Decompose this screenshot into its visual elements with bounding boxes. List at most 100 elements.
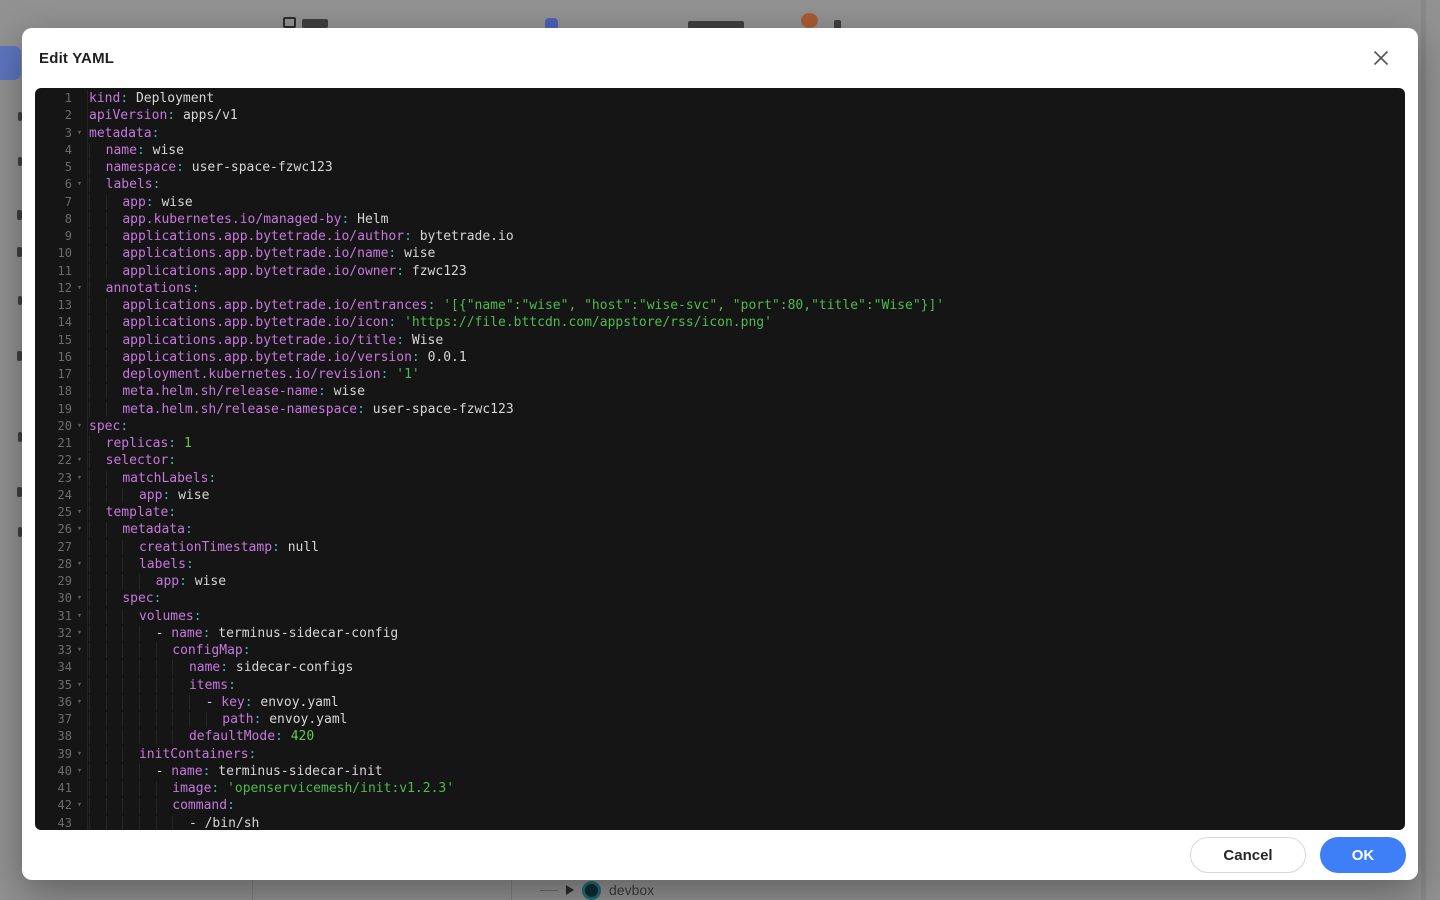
code-text: creationTimestamp: null xyxy=(89,539,319,556)
code-text: applications.app.bytetrade.io/author: by… xyxy=(89,228,514,245)
fold-arrow-icon[interactable]: ▾ xyxy=(72,590,87,607)
code-text: app: wise xyxy=(89,573,226,590)
code-line: 38 defaultMode: 420 xyxy=(35,728,1405,745)
code-text: path: envoy.yaml xyxy=(89,711,348,728)
line-number: 10 xyxy=(35,245,72,262)
fold-arrow-icon[interactable]: ▾ xyxy=(72,521,87,538)
code-line: 42▾ command: xyxy=(35,797,1405,814)
indent-guide xyxy=(89,281,106,296)
fold-gutter xyxy=(72,711,87,728)
indent-guide xyxy=(139,816,156,831)
code-text: replicas: 1 xyxy=(89,435,192,452)
indent-guide xyxy=(106,195,123,210)
yaml-editor[interactable]: 1kind: Deployment2apiVersion: apps/v13▾m… xyxy=(35,88,1405,830)
indent-guide xyxy=(122,764,139,779)
fold-arrow-icon[interactable]: ▾ xyxy=(72,125,87,142)
indent-guide xyxy=(156,643,173,658)
fold-arrow-icon[interactable]: ▾ xyxy=(72,625,87,642)
code-text: selector: xyxy=(89,452,176,469)
fold-gutter xyxy=(72,659,87,676)
code-line: 40▾ - name: terminus-sidecar-init xyxy=(35,763,1405,780)
indent-guide xyxy=(156,816,173,831)
fold-arrow-icon[interactable]: ▾ xyxy=(72,797,87,814)
fold-gutter xyxy=(72,573,87,590)
ok-button[interactable]: OK xyxy=(1320,837,1406,873)
indent-guide xyxy=(122,816,139,831)
expand-arrow-icon xyxy=(566,885,574,895)
code-line: 34 name: sidecar-configs xyxy=(35,659,1405,676)
fold-gutter xyxy=(72,297,87,314)
fold-arrow-icon[interactable]: ▾ xyxy=(72,746,87,763)
line-number: 17 xyxy=(35,366,72,383)
line-number: 37 xyxy=(35,711,72,728)
code-text: app.kubernetes.io/managed-by: Helm xyxy=(89,211,388,228)
code-text: - key: envoy.yaml xyxy=(89,694,339,711)
close-button[interactable] xyxy=(1368,45,1394,71)
indent-guide xyxy=(106,212,123,227)
indent-guide xyxy=(89,712,106,727)
code-text: applications.app.bytetrade.io/icon: 'htt… xyxy=(89,314,772,331)
indent-guide xyxy=(122,798,139,813)
code-line: 20▾spec: xyxy=(35,418,1405,435)
fold-arrow-icon[interactable]: ▾ xyxy=(72,608,87,625)
indent-guide xyxy=(206,712,223,727)
line-number: 33 xyxy=(35,642,72,659)
indent-guide xyxy=(89,798,106,813)
fold-arrow-icon[interactable]: ▾ xyxy=(72,642,87,659)
fold-gutter xyxy=(72,159,87,176)
indent-guide xyxy=(106,367,123,382)
indent-guide xyxy=(139,781,156,796)
cancel-button[interactable]: Cancel xyxy=(1190,837,1306,873)
code-text: metadata: xyxy=(89,521,193,538)
code-line: 30▾ spec: xyxy=(35,590,1405,607)
fold-gutter xyxy=(72,728,87,745)
fold-arrow-icon[interactable]: ▾ xyxy=(72,470,87,487)
indent-guide xyxy=(106,764,123,779)
fold-gutter xyxy=(72,314,87,331)
indent-guide xyxy=(89,384,106,399)
indent-guide xyxy=(106,402,123,417)
code-line: 36▾ - key: envoy.yaml xyxy=(35,694,1405,711)
fold-gutter xyxy=(72,487,87,504)
fold-arrow-icon[interactable]: ▾ xyxy=(72,763,87,780)
fold-arrow-icon[interactable]: ▾ xyxy=(72,280,87,297)
indent-guide xyxy=(89,333,106,348)
line-number: 38 xyxy=(35,728,72,745)
indent-guide xyxy=(89,609,106,624)
indent-guide xyxy=(106,557,123,572)
fold-arrow-icon[interactable]: ▾ xyxy=(72,176,87,193)
code-line: 22▾ selector: xyxy=(35,452,1405,469)
fold-arrow-icon[interactable]: ▾ xyxy=(72,452,87,469)
indent-guide xyxy=(106,695,123,710)
line-number: 40 xyxy=(35,763,72,780)
fold-arrow-icon[interactable]: ▾ xyxy=(72,418,87,435)
indent-guide xyxy=(89,626,106,641)
indent-guide xyxy=(122,678,139,693)
background-sidebar-active-item xyxy=(0,46,21,80)
indent-guide xyxy=(189,712,206,727)
fold-arrow-icon[interactable]: ▾ xyxy=(72,694,87,711)
indent-guide xyxy=(106,298,123,313)
indent-guide xyxy=(106,781,123,796)
indent-guide xyxy=(89,298,106,313)
indent-guide xyxy=(89,540,106,555)
indent-guide xyxy=(89,729,106,744)
gutter-separator xyxy=(87,297,88,314)
indent-guide xyxy=(139,643,156,658)
code-text: applications.app.bytetrade.io/entrances:… xyxy=(89,297,944,314)
fold-arrow-icon[interactable]: ▾ xyxy=(72,677,87,694)
indent-guide xyxy=(156,678,173,693)
fold-gutter xyxy=(72,539,87,556)
indent-guide xyxy=(89,781,106,796)
code-text: - /bin/sh xyxy=(89,815,259,831)
fold-arrow-icon[interactable]: ▾ xyxy=(72,504,87,521)
line-number: 14 xyxy=(35,314,72,331)
code-text: command: xyxy=(89,797,235,814)
gutter-separator xyxy=(87,125,88,142)
gutter-separator xyxy=(87,487,88,504)
code-text: app: wise xyxy=(89,487,209,504)
indent-guide xyxy=(156,729,173,744)
gutter-separator xyxy=(87,573,88,590)
indent-guide xyxy=(122,643,139,658)
fold-arrow-icon[interactable]: ▾ xyxy=(72,556,87,573)
